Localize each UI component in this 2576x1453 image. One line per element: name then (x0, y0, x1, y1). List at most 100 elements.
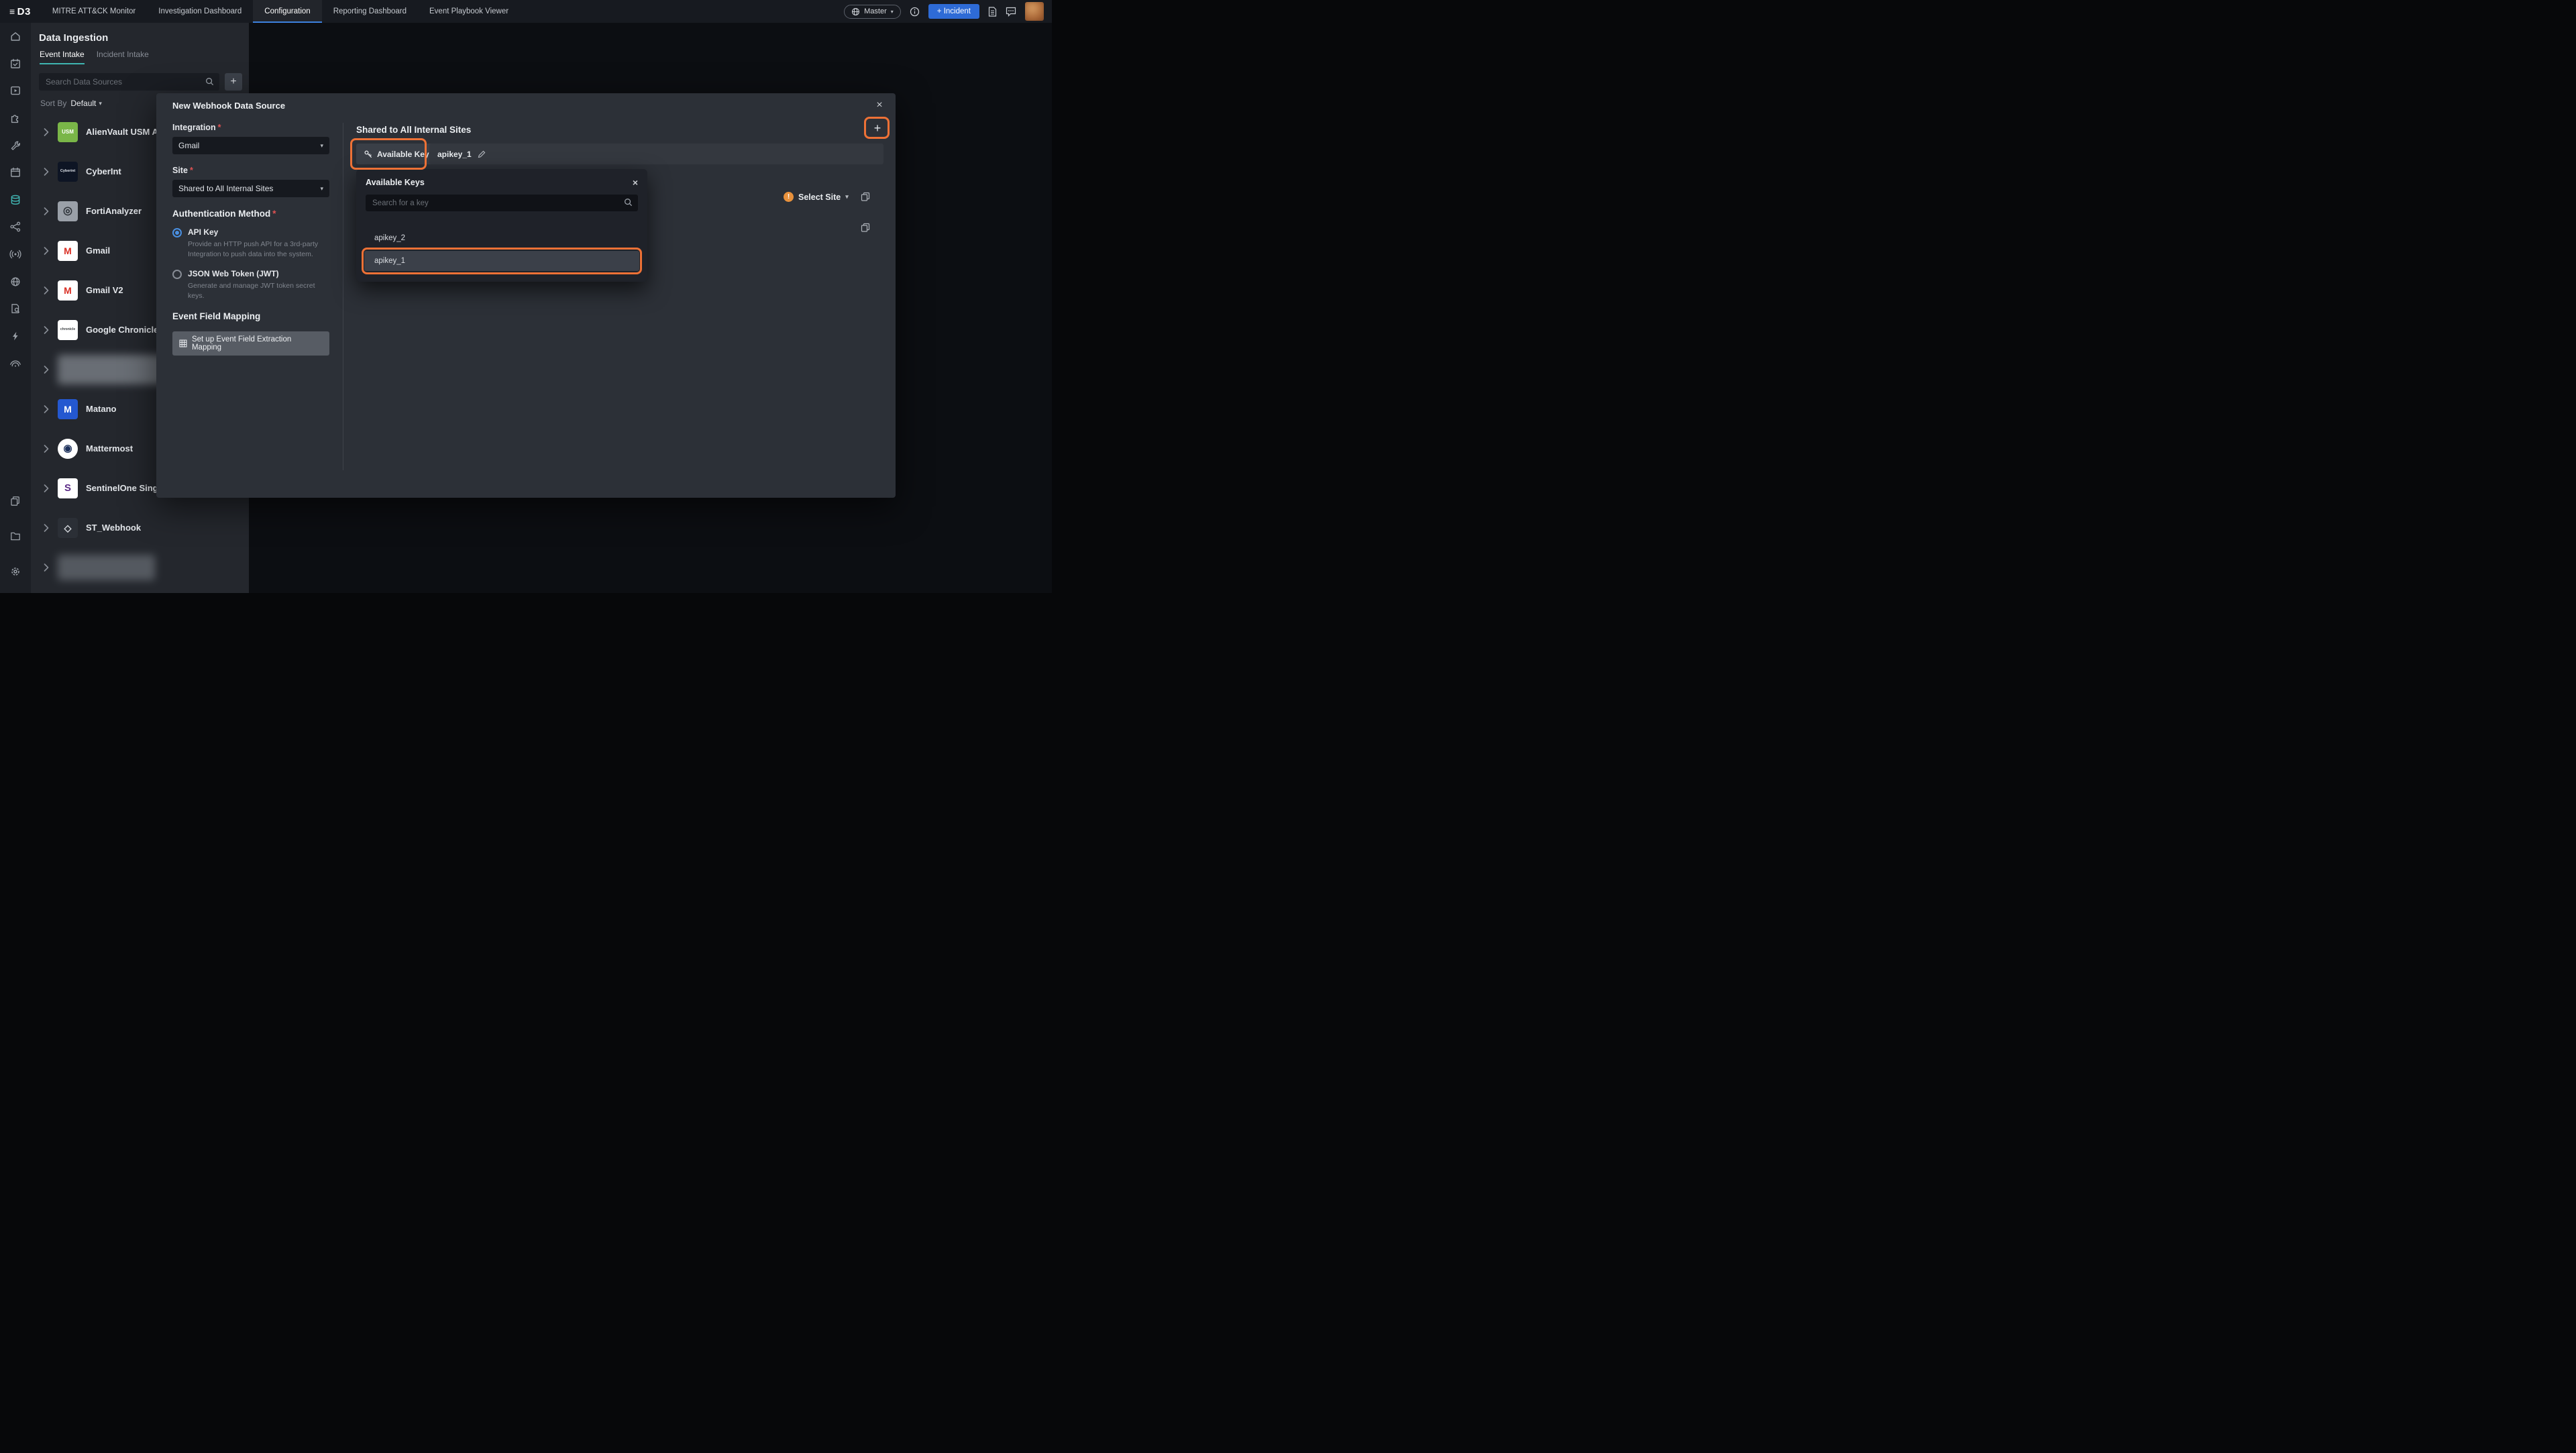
integration-name: Matano (86, 404, 117, 414)
chevron-right-icon[interactable] (43, 128, 54, 136)
globe-icon (851, 7, 860, 16)
share-nodes-icon (9, 221, 21, 233)
integration-icon: USM (58, 122, 78, 142)
copy-url-button-1[interactable] (861, 192, 870, 201)
radio-unselected-icon[interactable] (172, 270, 182, 279)
api-key-label: API Key (188, 227, 327, 237)
media-player-icon (9, 85, 21, 97)
required-asterisk: * (272, 209, 276, 219)
sort-dropdown[interactable]: Default▾ (70, 99, 102, 108)
sidebar-item-data-ingestion[interactable] (0, 186, 31, 214)
integration-select[interactable]: Gmail▾ (172, 137, 329, 154)
sidebar-item-signal[interactable] (0, 349, 31, 377)
sidebar-item-folder[interactable] (0, 523, 31, 550)
sidebar-item-search-document[interactable] (0, 295, 31, 323)
sidebar-item-home[interactable] (0, 23, 31, 50)
chevron-right-icon[interactable] (43, 168, 54, 176)
modal-left-column: Integration* Gmail▾ Site* Shared to All … (172, 123, 329, 356)
radio-api-key[interactable]: API Key Provide an HTTP push API for a 3… (172, 227, 329, 259)
chevron-right-icon[interactable] (43, 286, 54, 294)
setup-field-mapping-button[interactable]: Set up Event Field Extraction Mapping (172, 331, 329, 356)
tab-incident-intake[interactable]: Incident Intake (97, 50, 149, 64)
sidebar-item-tools[interactable] (0, 131, 31, 159)
panel-title: Data Ingestion (31, 23, 249, 50)
nav-configuration[interactable]: Configuration (253, 0, 321, 23)
nav-event-playbook-viewer[interactable]: Event Playbook Viewer (418, 0, 520, 23)
chevron-down-icon: ▾ (845, 193, 849, 201)
key-item-apikey_2[interactable]: apikey_2 (364, 229, 639, 247)
integration-icon: M (58, 399, 78, 419)
copy-icon (861, 223, 870, 232)
globe-stand-icon (9, 276, 21, 288)
integration-icon: ◎ (58, 201, 78, 221)
integration-row[interactable] (31, 547, 249, 587)
folder-icon (9, 530, 21, 542)
key-search-input[interactable] (366, 195, 638, 211)
popover-search (366, 195, 638, 211)
nav-investigation-dashboard[interactable]: Investigation Dashboard (147, 0, 253, 23)
sidebar-item-automation[interactable] (0, 323, 31, 350)
add-data-source-button[interactable]: + (225, 73, 242, 91)
sidebar-item-broadcast[interactable] (0, 241, 31, 268)
integration-name: Gmail V2 (86, 285, 123, 295)
popover-close-button[interactable]: × (633, 177, 638, 188)
chevron-right-icon[interactable] (43, 484, 54, 492)
sidebar-item-settings[interactable] (0, 557, 31, 585)
info-button[interactable] (910, 7, 920, 17)
chevron-right-icon[interactable] (43, 405, 54, 413)
copy-url-button-2[interactable] (861, 223, 870, 232)
home-icon (9, 30, 21, 42)
select-site-dropdown[interactable]: ! Select Site ▾ (784, 192, 849, 202)
available-keys-button[interactable]: Available Keys (356, 144, 441, 164)
user-avatar[interactable] (1025, 2, 1044, 21)
chat-bubble-icon (1006, 7, 1016, 17)
chevron-right-icon[interactable] (43, 247, 54, 255)
selected-key-field[interactable]: apikey_1 (429, 144, 883, 164)
radio-jwt[interactable]: JSON Web Token (JWT) Generate and manage… (172, 269, 329, 301)
search-icon (205, 77, 214, 86)
integration-name: Google Chronicle (86, 325, 158, 335)
integration-name: FortiAnalyzer (86, 206, 142, 216)
master-label: Master (864, 7, 887, 15)
sidebar-item-calendar-check[interactable] (0, 50, 31, 78)
modal-close-button[interactable]: × (873, 99, 886, 112)
radio-selected-icon[interactable] (172, 228, 182, 237)
chat-button[interactable] (1006, 7, 1016, 17)
chevron-right-icon[interactable] (43, 326, 54, 334)
chevron-right-icon[interactable] (43, 445, 54, 453)
search-icon (624, 198, 633, 207)
jwt-label: JSON Web Token (JWT) (188, 269, 327, 278)
edit-pencil-icon[interactable] (478, 150, 486, 158)
site-select[interactable]: Shared to All Internal Sites▾ (172, 180, 329, 197)
d3-logo[interactable]: ≡D3 (0, 0, 41, 23)
chevron-right-icon[interactable] (43, 366, 54, 374)
integration-row[interactable]: ◇ST_Webhook (31, 508, 249, 547)
new-incident-button[interactable]: + Incident (928, 4, 979, 19)
sidebar-item-share[interactable] (0, 213, 31, 241)
chevron-right-icon[interactable] (43, 524, 54, 532)
nav-mitre-attck-monitor[interactable]: MITRE ATT&CK Monitor (41, 0, 147, 23)
search-data-sources-input[interactable] (39, 73, 219, 91)
copy-cards-icon (9, 495, 21, 507)
nav-reporting-dashboard[interactable]: Reporting Dashboard (322, 0, 418, 23)
sidebar-item-media-player[interactable] (0, 77, 31, 105)
sidebar-item-copy[interactable] (0, 487, 31, 515)
documents-button[interactable] (988, 7, 997, 17)
sidebar-item-integrations[interactable] (0, 105, 31, 132)
key-item-apikey_1[interactable]: apikey_1 (364, 251, 639, 271)
key-list: apikey_2 apikey_1 (364, 229, 639, 271)
integration-name: ST_Webhook (86, 523, 141, 533)
master-site-selector[interactable]: Master ▾ (844, 5, 901, 19)
broadcast-icon (9, 248, 21, 260)
add-key-button[interactable]: + (869, 120, 886, 137)
chevron-right-icon[interactable] (43, 563, 54, 572)
warning-icon: ! (784, 192, 794, 202)
search-document-icon (9, 303, 21, 315)
tab-event-intake[interactable]: Event Intake (40, 50, 85, 64)
select-site-label: Select Site (798, 193, 841, 202)
chevron-down-icon: ▾ (891, 9, 894, 15)
chevron-right-icon[interactable] (43, 207, 54, 215)
redacted-integration (58, 555, 155, 580)
sidebar-item-globe[interactable] (0, 268, 31, 295)
sidebar-item-schedule[interactable] (0, 159, 31, 186)
